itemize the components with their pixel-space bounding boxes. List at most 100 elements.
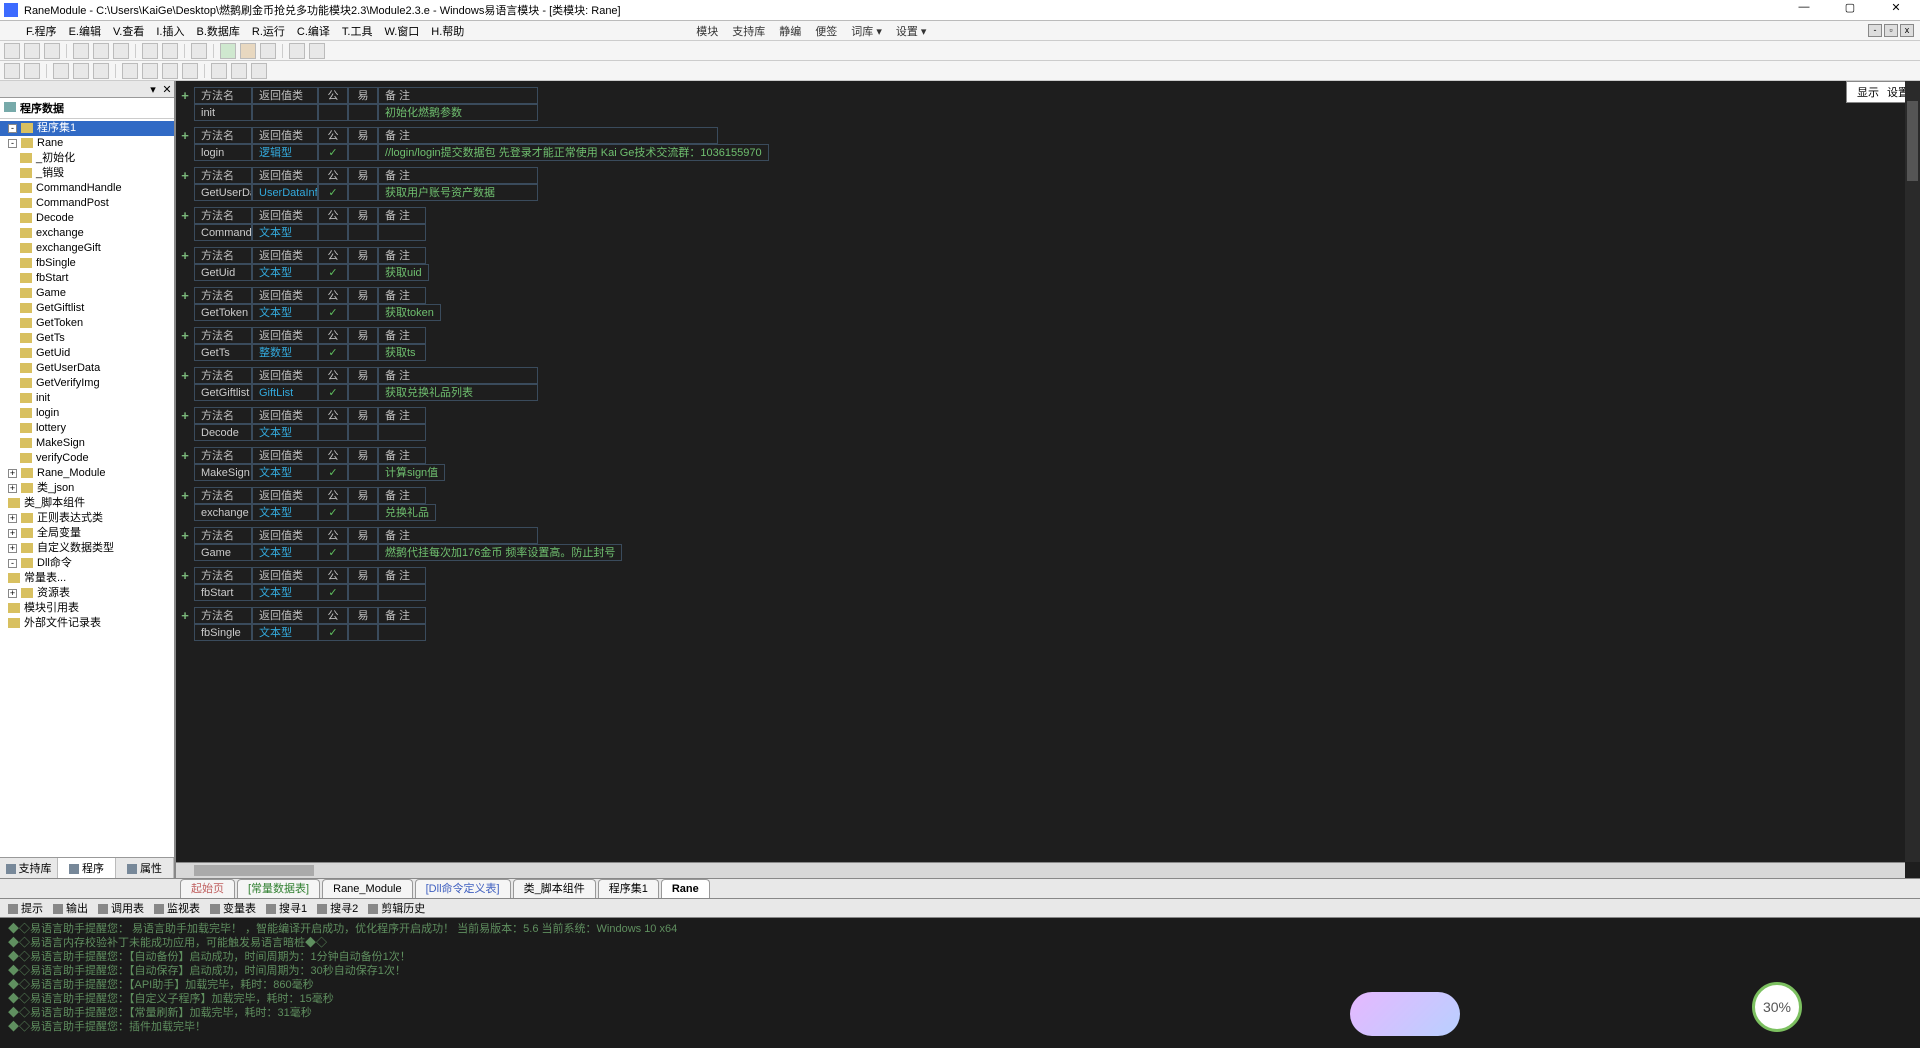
method-block[interactable]: 方法名返回值类型公开易包备 注CommandPost文本型	[194, 207, 426, 241]
method-return-type[interactable]: 文本型	[252, 504, 318, 521]
editor-show-button[interactable]: 显示	[1857, 84, 1879, 100]
method-public[interactable]: ✓	[318, 544, 348, 561]
menu-item[interactable]: V.查看	[113, 23, 144, 39]
method-return-type[interactable]: 文本型	[252, 464, 318, 481]
method-block[interactable]: 方法名返回值类型公开易包备 注init初始化燃鹅参数	[194, 87, 538, 121]
tool-tab[interactable]: 搜寻1	[266, 900, 307, 916]
document-tab[interactable]: 程序集1	[598, 879, 659, 898]
method-pkg[interactable]	[348, 184, 378, 201]
method-note[interactable]: 获取uid	[378, 264, 429, 281]
tool-undo-icon[interactable]	[142, 43, 158, 59]
method-public[interactable]	[318, 224, 348, 241]
method-note[interactable]: 获取ts	[378, 344, 426, 361]
method-note[interactable]: 获取兑换礼品列表	[378, 384, 538, 401]
edit-align1-icon[interactable]	[122, 63, 138, 79]
mdi-min-button[interactable]: -	[1868, 24, 1882, 37]
method-block[interactable]: 方法名返回值类型公开易包备 注GetToken文本型✓获取token	[194, 287, 441, 321]
tree-node[interactable]: lottery	[0, 421, 174, 436]
method-name[interactable]: GetToken	[194, 304, 252, 321]
method-expand-icon[interactable]: +	[176, 607, 194, 647]
side-tab[interactable]: 支持库	[0, 858, 58, 878]
tool-redo-icon[interactable]	[162, 43, 178, 59]
tool-new-icon[interactable]	[4, 43, 20, 59]
method-note[interactable]: 兑换礼品	[378, 504, 436, 521]
tree-node[interactable]: CommandPost	[0, 196, 174, 211]
tool-tab[interactable]: 剪辑历史	[368, 900, 425, 916]
side-tab[interactable]: 属性	[116, 858, 174, 878]
method-name[interactable]: MakeSign	[194, 464, 252, 481]
method-block[interactable]: 方法名返回值类型公开易包备 注GetTs整数型✓获取ts	[194, 327, 426, 361]
tool-build-icon[interactable]	[309, 43, 325, 59]
mdi-restore-button[interactable]: ▫	[1884, 24, 1898, 37]
tree-node[interactable]: Decode	[0, 211, 174, 226]
document-tab[interactable]: 类_脚本组件	[513, 879, 596, 898]
method-name[interactable]: Game	[194, 544, 252, 561]
tool-tab[interactable]: 监视表	[154, 900, 200, 916]
menu-item[interactable]: T.工具	[342, 23, 373, 39]
edit-block1-icon[interactable]	[53, 63, 69, 79]
method-pkg[interactable]	[348, 104, 378, 121]
method-block[interactable]: 方法名返回值类型公开易包备 注exchange文本型✓兑换礼品	[194, 487, 436, 521]
method-public[interactable]: ✓	[318, 144, 348, 161]
method-pkg[interactable]	[348, 304, 378, 321]
method-return-type[interactable]: 文本型	[252, 264, 318, 281]
method-name[interactable]: Decode	[194, 424, 252, 441]
method-note[interactable]	[378, 624, 426, 641]
method-expand-icon[interactable]: +	[176, 567, 194, 607]
tree-node[interactable]: GetGiftlist	[0, 301, 174, 316]
method-expand-icon[interactable]: +	[176, 367, 194, 407]
method-return-type[interactable]: 文本型	[252, 544, 318, 561]
tool-tab[interactable]: 搜寻2	[317, 900, 358, 916]
tree-node[interactable]: init	[0, 391, 174, 406]
tree-expander-icon[interactable]: +	[8, 544, 17, 553]
method-note[interactable]	[378, 584, 426, 601]
method-pkg[interactable]	[348, 424, 378, 441]
method-public[interactable]: ✓	[318, 584, 348, 601]
menu-item[interactable]: F.程序	[26, 23, 57, 39]
tree-node[interactable]: Game	[0, 286, 174, 301]
side-close-icon[interactable]: ✕	[160, 83, 174, 96]
method-return-type[interactable]: 整数型	[252, 344, 318, 361]
method-block[interactable]: 方法名返回值类型公开易包备 注login逻辑型✓//login/login提交数…	[194, 127, 769, 161]
menu-item[interactable]: W.窗口	[384, 23, 419, 39]
project-tree[interactable]: -程序集1-Rane_初始化_销毁CommandHandleCommandPos…	[0, 119, 174, 857]
method-expand-icon[interactable]: +	[176, 247, 194, 287]
mdi-close-button[interactable]: x	[1900, 24, 1914, 37]
method-name[interactable]: GetUserData	[194, 184, 252, 201]
tree-node[interactable]: fbSingle	[0, 256, 174, 271]
menu-item[interactable]: 静编	[779, 23, 801, 39]
document-tab[interactable]: Rane_Module	[322, 879, 413, 898]
method-note[interactable]: //login/login提交数据包 先登录才能正常使用 Kai Ge技术交流群…	[378, 144, 769, 161]
tool-open-icon[interactable]	[24, 43, 40, 59]
method-public[interactable]: ✓	[318, 504, 348, 521]
method-public[interactable]: ✓	[318, 264, 348, 281]
method-name[interactable]: GetUid	[194, 264, 252, 281]
method-name[interactable]: GetGiftlist	[194, 384, 252, 401]
edit-align2-icon[interactable]	[142, 63, 158, 79]
tree-expander-icon[interactable]: +	[8, 484, 17, 493]
method-expand-icon[interactable]: +	[176, 287, 194, 327]
tree-node[interactable]: GetUserData	[0, 361, 174, 376]
method-expand-icon[interactable]: +	[176, 487, 194, 527]
method-block[interactable]: 方法名返回值类型公开易包备 注MakeSign文本型✓计算sign值	[194, 447, 445, 481]
method-note[interactable]	[378, 424, 426, 441]
tree-node[interactable]: +资源表	[0, 586, 174, 601]
method-block[interactable]: 方法名返回值类型公开易包备 注Game文本型✓燃鹅代挂每次加176金币 频率设置…	[194, 527, 622, 561]
menu-item[interactable]: C.编译	[297, 23, 330, 39]
method-note[interactable]: 获取token	[378, 304, 441, 321]
tree-expander-icon[interactable]: -	[8, 559, 17, 568]
method-name[interactable]: login	[194, 144, 252, 161]
tree-expander-icon[interactable]: +	[8, 514, 17, 523]
tree-node[interactable]: GetTs	[0, 331, 174, 346]
tree-node[interactable]: +自定义数据类型	[0, 541, 174, 556]
tree-expander-icon[interactable]: +	[8, 469, 17, 478]
method-public[interactable]: ✓	[318, 344, 348, 361]
method-pkg[interactable]	[348, 264, 378, 281]
tree-node[interactable]: login	[0, 406, 174, 421]
method-public[interactable]: ✓	[318, 464, 348, 481]
edit-grid3-icon[interactable]	[251, 63, 267, 79]
method-pkg[interactable]	[348, 624, 378, 641]
method-return-type[interactable]: 文本型	[252, 584, 318, 601]
method-pkg[interactable]	[348, 144, 378, 161]
method-return-type[interactable]: 文本型	[252, 224, 318, 241]
